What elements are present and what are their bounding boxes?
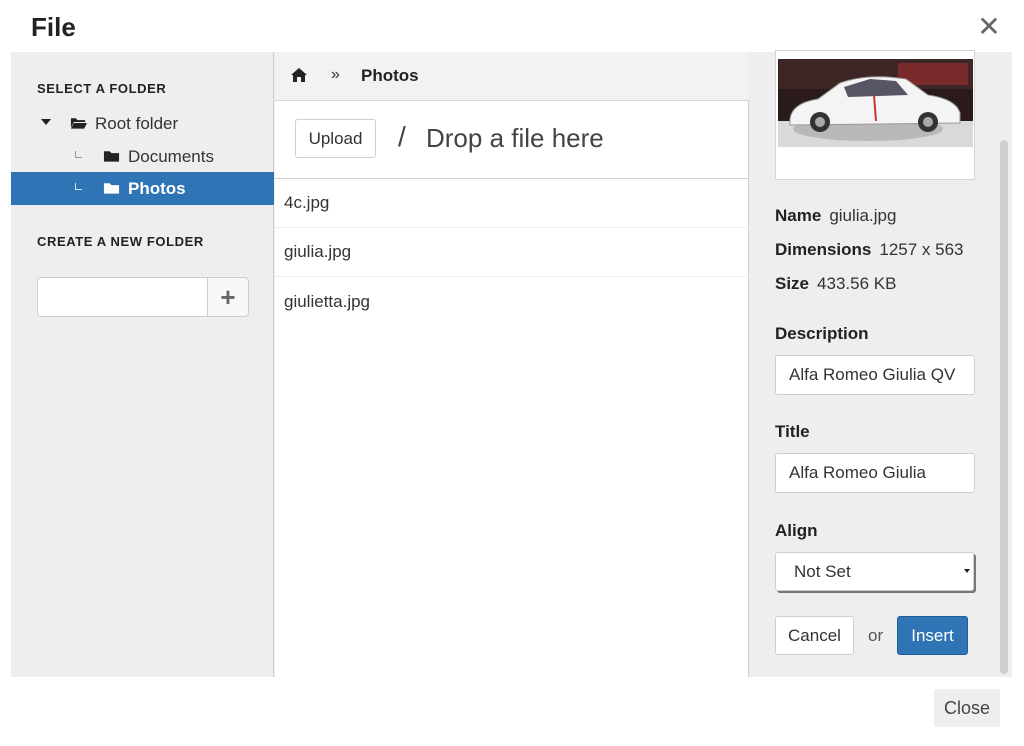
- folder-open-icon: [70, 118, 87, 129]
- upload-separator: /: [398, 121, 406, 152]
- folder-icon: [103, 151, 120, 162]
- folder-panel: SELECT A FOLDER Root folder Documents Ph…: [11, 52, 274, 677]
- file-list: 4c.jpg giulia.jpg giulietta.jpg: [275, 179, 749, 326]
- car-preview-image: [778, 59, 973, 147]
- select-folder-heading: SELECT A FOLDER: [37, 81, 167, 96]
- breadcrumb-current: Photos: [361, 66, 419, 85]
- caret-down-icon[interactable]: [41, 119, 51, 125]
- scrollbar[interactable]: [1000, 140, 1008, 674]
- tree-item-photos[interactable]: Photos: [11, 172, 274, 205]
- dialog-body: SELECT A FOLDER Root folder Documents Ph…: [11, 50, 1012, 677]
- meta-name: Name giulia.jpg: [775, 206, 897, 225]
- tree-item-label: Documents: [128, 147, 214, 166]
- file-item[interactable]: 4c.jpg: [275, 179, 749, 228]
- add-folder-button[interactable]: +: [207, 277, 249, 317]
- plus-icon: +: [220, 281, 236, 312]
- home-icon[interactable]: [290, 66, 308, 84]
- align-select[interactable]: Not Set: [775, 552, 974, 591]
- meta-dimensions-value: 1257 x 563: [879, 240, 964, 259]
- tree-item-label: Photos: [128, 179, 186, 198]
- upload-area: Upload / Drop a file here: [275, 101, 749, 179]
- meta-size: Size 433.56 KB: [775, 274, 897, 293]
- drop-zone[interactable]: Drop a file here: [426, 123, 604, 154]
- title-label: Title: [775, 422, 810, 441]
- dialog-title: File: [31, 12, 76, 42]
- meta-size-value: 433.56 KB: [817, 274, 897, 293]
- description-input[interactable]: Alfa Romeo Giulia QV: [775, 355, 975, 395]
- insert-button[interactable]: Insert: [897, 616, 968, 655]
- breadcrumb: » Photos: [275, 52, 749, 101]
- file-browser: » Photos Upload / Drop a file here 4c.jp…: [275, 52, 749, 677]
- tree-item-label: Root folder: [95, 114, 179, 133]
- meta-name-value: giulia.jpg: [829, 206, 897, 225]
- meta-dimensions: Dimensions 1257 x 563: [775, 240, 964, 259]
- folder-icon: [103, 183, 120, 194]
- create-folder-heading: CREATE A NEW FOLDER: [37, 234, 204, 249]
- new-folder-input[interactable]: [37, 277, 208, 317]
- or-text: or: [868, 626, 884, 645]
- tree-item-root-folder[interactable]: Root folder: [11, 107, 274, 140]
- image-preview: [775, 50, 975, 180]
- upload-button[interactable]: Upload: [295, 119, 376, 158]
- chevron-down-icon: [964, 569, 970, 573]
- title-input[interactable]: Alfa Romeo Giulia: [775, 453, 975, 493]
- file-item[interactable]: giulietta.jpg: [275, 277, 749, 326]
- tree-connector: [75, 151, 82, 158]
- file-item[interactable]: giulia.jpg: [275, 228, 749, 277]
- tree-item-documents[interactable]: Documents: [11, 140, 274, 173]
- align-select-value: Not Set: [794, 561, 851, 581]
- tree-connector: [75, 183, 82, 190]
- file-details: Name giulia.jpg Dimensions 1257 x 563 Size…: [750, 50, 1012, 677]
- cancel-button[interactable]: Cancel: [775, 616, 854, 655]
- description-label: Description: [775, 324, 869, 343]
- close-icon[interactable]: ✕: [976, 12, 1002, 42]
- footer-close-button[interactable]: Close: [934, 689, 1000, 727]
- breadcrumb-separator: »: [331, 66, 340, 83]
- align-label: Align: [775, 521, 818, 540]
